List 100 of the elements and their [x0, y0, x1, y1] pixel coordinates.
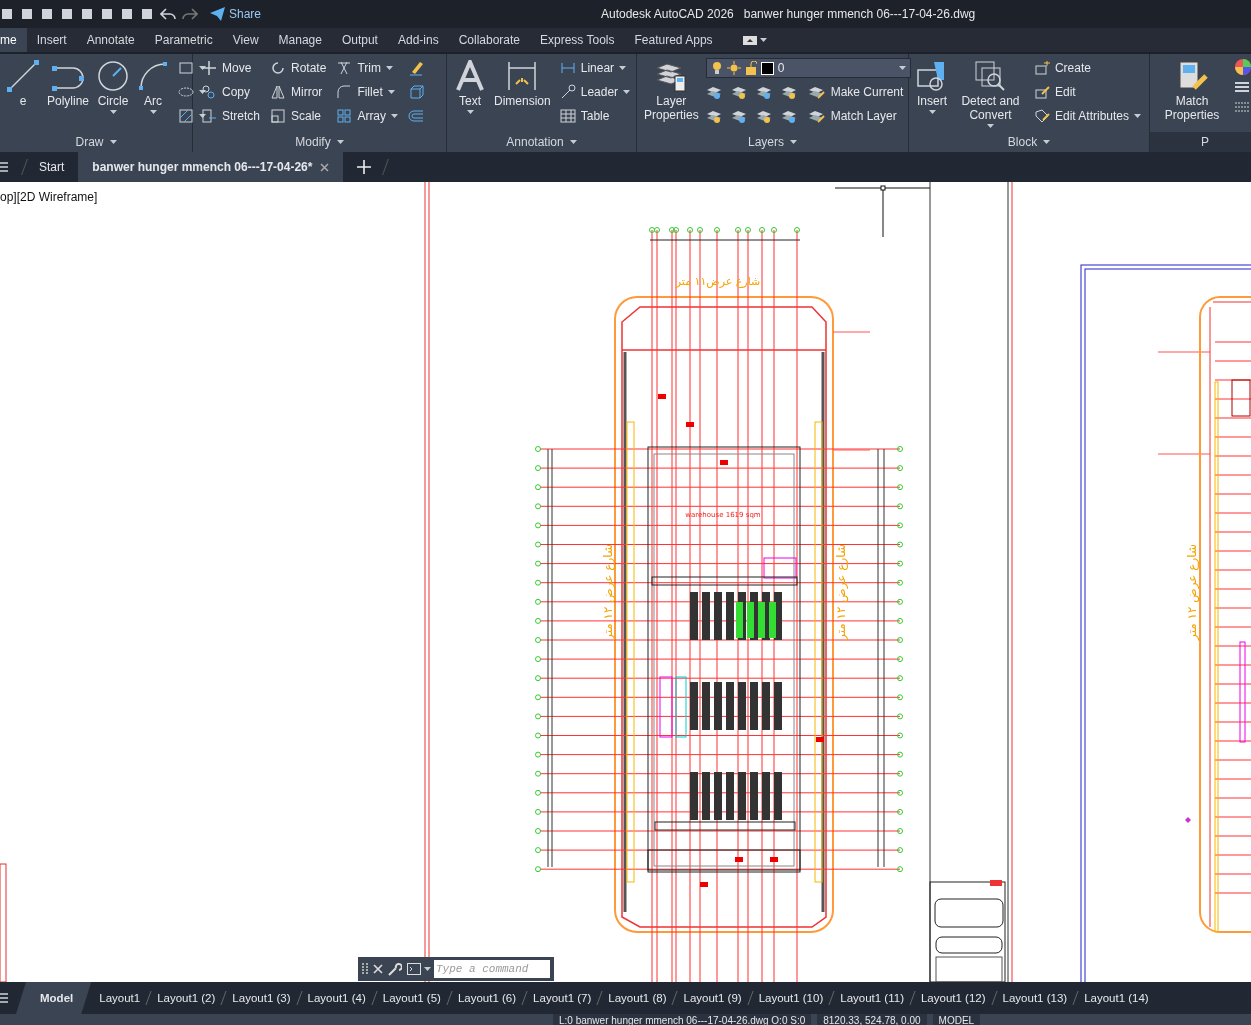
- ribbon-tool-button[interactable]: Text: [453, 58, 487, 116]
- ribbon-tool-button[interactable]: Array: [334, 106, 401, 126]
- model-space-button[interactable]: MODEL: [932, 1014, 981, 1025]
- menu-icon: [0, 160, 8, 174]
- layer-stack-icon: [807, 108, 826, 124]
- panel-title[interactable]: Block: [909, 132, 1149, 152]
- ribbon-tool-button[interactable]: [176, 106, 209, 126]
- share-button[interactable]: Share: [229, 7, 262, 21]
- caret-icon: [759, 38, 767, 42]
- linear-dimension-icon: [559, 60, 576, 76]
- layout-tab[interactable]: Model: [16, 982, 92, 1014]
- layout-tab[interactable]: Layout1 (13): [994, 982, 1076, 1014]
- command-prompt-icon: [407, 963, 421, 975]
- drawing-label: شارع عرض ١٢ متر: [834, 544, 848, 640]
- ribbon-tab[interactable]: Collaborate: [448, 28, 530, 52]
- coordinates: 8120.33, 524.78, 0.00: [817, 1014, 927, 1025]
- drawing-label: شارع عرض ١٢ متر: [601, 544, 615, 640]
- eraser-icon: [408, 60, 425, 76]
- ribbon-tool-button[interactable]: Leader: [557, 82, 633, 102]
- ribbon-tab[interactable]: Add-ins: [387, 28, 449, 52]
- menu-icon: [0, 991, 8, 1005]
- layout-tab[interactable]: Layout1 (4): [299, 982, 374, 1014]
- add-tab-icon[interactable]: [357, 160, 372, 174]
- ribbon-tool-button[interactable]: Detect and Convert: [955, 58, 1026, 130]
- undo-icon: [160, 7, 176, 21]
- ribbon-tool-button[interactable]: e: [6, 58, 40, 110]
- ribbon-tool-button[interactable]: Insert: [915, 58, 949, 116]
- panel-title[interactable]: Layers: [637, 132, 908, 152]
- layout-tab[interactable]: Layout1 (3): [224, 982, 299, 1014]
- command-input-field[interactable]: Type a command: [434, 960, 550, 978]
- caret-icon: [424, 967, 431, 971]
- document-tab[interactable]: banwer hunger mmench 06---17-04-26*: [78, 152, 344, 182]
- layer-stack-icon: [655, 60, 688, 92]
- copy-circles-icon: [201, 84, 217, 100]
- cube-icon: [408, 84, 425, 100]
- panel-title[interactable]: Draw: [0, 132, 192, 152]
- ribbon-tool-button[interactable]: Make Current: [805, 82, 906, 102]
- caret-icon: [898, 66, 906, 70]
- ribbon-tab[interactable]: Annotate: [76, 28, 145, 52]
- layout-tab[interactable]: Layout1 (9): [675, 982, 750, 1014]
- close-icon[interactable]: [320, 162, 330, 172]
- ribbon-tab[interactable]: Insert: [26, 28, 77, 52]
- redo-icon: [182, 7, 198, 21]
- viewport-label[interactable]: op][2D Wireframe]: [0, 190, 98, 204]
- ribbon-tab[interactable]: Manage: [268, 28, 332, 52]
- ribbon-tool-button[interactable]: Scale: [268, 106, 329, 126]
- ribbon-tool-button[interactable]: Rotate: [268, 58, 329, 78]
- layout-tab[interactable]: Layout1 (8): [600, 982, 675, 1014]
- ribbon-tool-button[interactable]: Stretch: [199, 106, 262, 126]
- ribbon-tool-button[interactable]: Trim: [334, 58, 401, 78]
- panel-title[interactable]: Annotation: [447, 132, 636, 152]
- layout-tab[interactable]: Layout1 (10): [750, 982, 832, 1014]
- layout-tab[interactable]: Layout1 (5): [374, 982, 449, 1014]
- padlock-icon: [744, 61, 757, 75]
- arc-icon: [137, 60, 170, 92]
- color-swatch-icon: [760, 61, 774, 75]
- layout-tab[interactable]: Layout1 (6): [449, 982, 525, 1014]
- ribbon-tool-button[interactable]: Edit Attributes: [1031, 106, 1143, 126]
- ribbon-tool-button[interactable]: Polyline: [46, 58, 91, 110]
- layout-tab[interactable]: Layout1 (7): [525, 982, 600, 1014]
- color-wheel-icon: [1234, 58, 1251, 76]
- dimension-icon: [506, 60, 539, 92]
- ribbon-tool-button[interactable]: Move: [199, 58, 262, 78]
- ribbon-tab[interactable]: Featured Apps: [624, 28, 723, 52]
- panel-title: P: [1150, 132, 1251, 152]
- layout-tab[interactable]: Layout1 (2): [149, 982, 224, 1014]
- start-tab[interactable]: Start: [25, 152, 79, 182]
- ribbon-tab[interactable]: View: [222, 28, 269, 52]
- ribbon-tool-button[interactable]: Dimension: [493, 58, 552, 110]
- rotate-icon: [270, 60, 286, 76]
- scale-icon: [270, 108, 286, 124]
- ribbon-tool-button[interactable]: Create: [1031, 58, 1143, 78]
- ribbon-tool-button[interactable]: Linear: [557, 58, 633, 78]
- magnifier-icon: [974, 60, 1007, 92]
- ribbon-tool-button[interactable]: Mirror: [268, 82, 329, 102]
- ribbon-tool-button[interactable]: Circle: [96, 58, 131, 116]
- edit-attributes-icon: [1033, 108, 1050, 124]
- wrench-icon[interactable]: [388, 962, 402, 976]
- ribbon-tool-button[interactable]: Match Properties: [1156, 58, 1228, 124]
- ribbon-tab[interactable]: Output: [331, 28, 388, 52]
- lightbulb-icon: [710, 61, 723, 75]
- ribbon-tab[interactable]: me: [0, 28, 27, 52]
- mirror-icon: [270, 84, 286, 100]
- ribbon-tool-button[interactable]: Edit: [1031, 82, 1143, 102]
- ribbon-tool-button[interactable]: Layer Properties: [643, 58, 700, 124]
- ribbon-tool-button[interactable]: Match Layer: [805, 106, 899, 126]
- circle-icon: [97, 60, 130, 92]
- layout-tab[interactable]: Layout1 (14): [1076, 982, 1157, 1014]
- ribbon-tool-button[interactable]: Copy: [199, 82, 262, 102]
- ribbon-tool-button[interactable]: Fillet: [334, 82, 401, 102]
- ribbon-tab[interactable]: Express Tools: [530, 28, 625, 52]
- ribbon-tool-button[interactable]: Arc: [136, 58, 171, 116]
- layer-dropdown[interactable]: 0: [705, 58, 911, 78]
- layout-tab[interactable]: Layout1 (12): [912, 982, 994, 1014]
- layout-tab[interactable]: Layout1: [91, 982, 149, 1014]
- panel-title[interactable]: Modify: [193, 132, 446, 152]
- ribbon-tool-button[interactable]: Table: [557, 106, 633, 126]
- ellipse-icon: [178, 84, 195, 100]
- ribbon-tab[interactable]: Parametric: [144, 28, 223, 52]
- layout-tab[interactable]: Layout1 (11): [832, 982, 912, 1014]
